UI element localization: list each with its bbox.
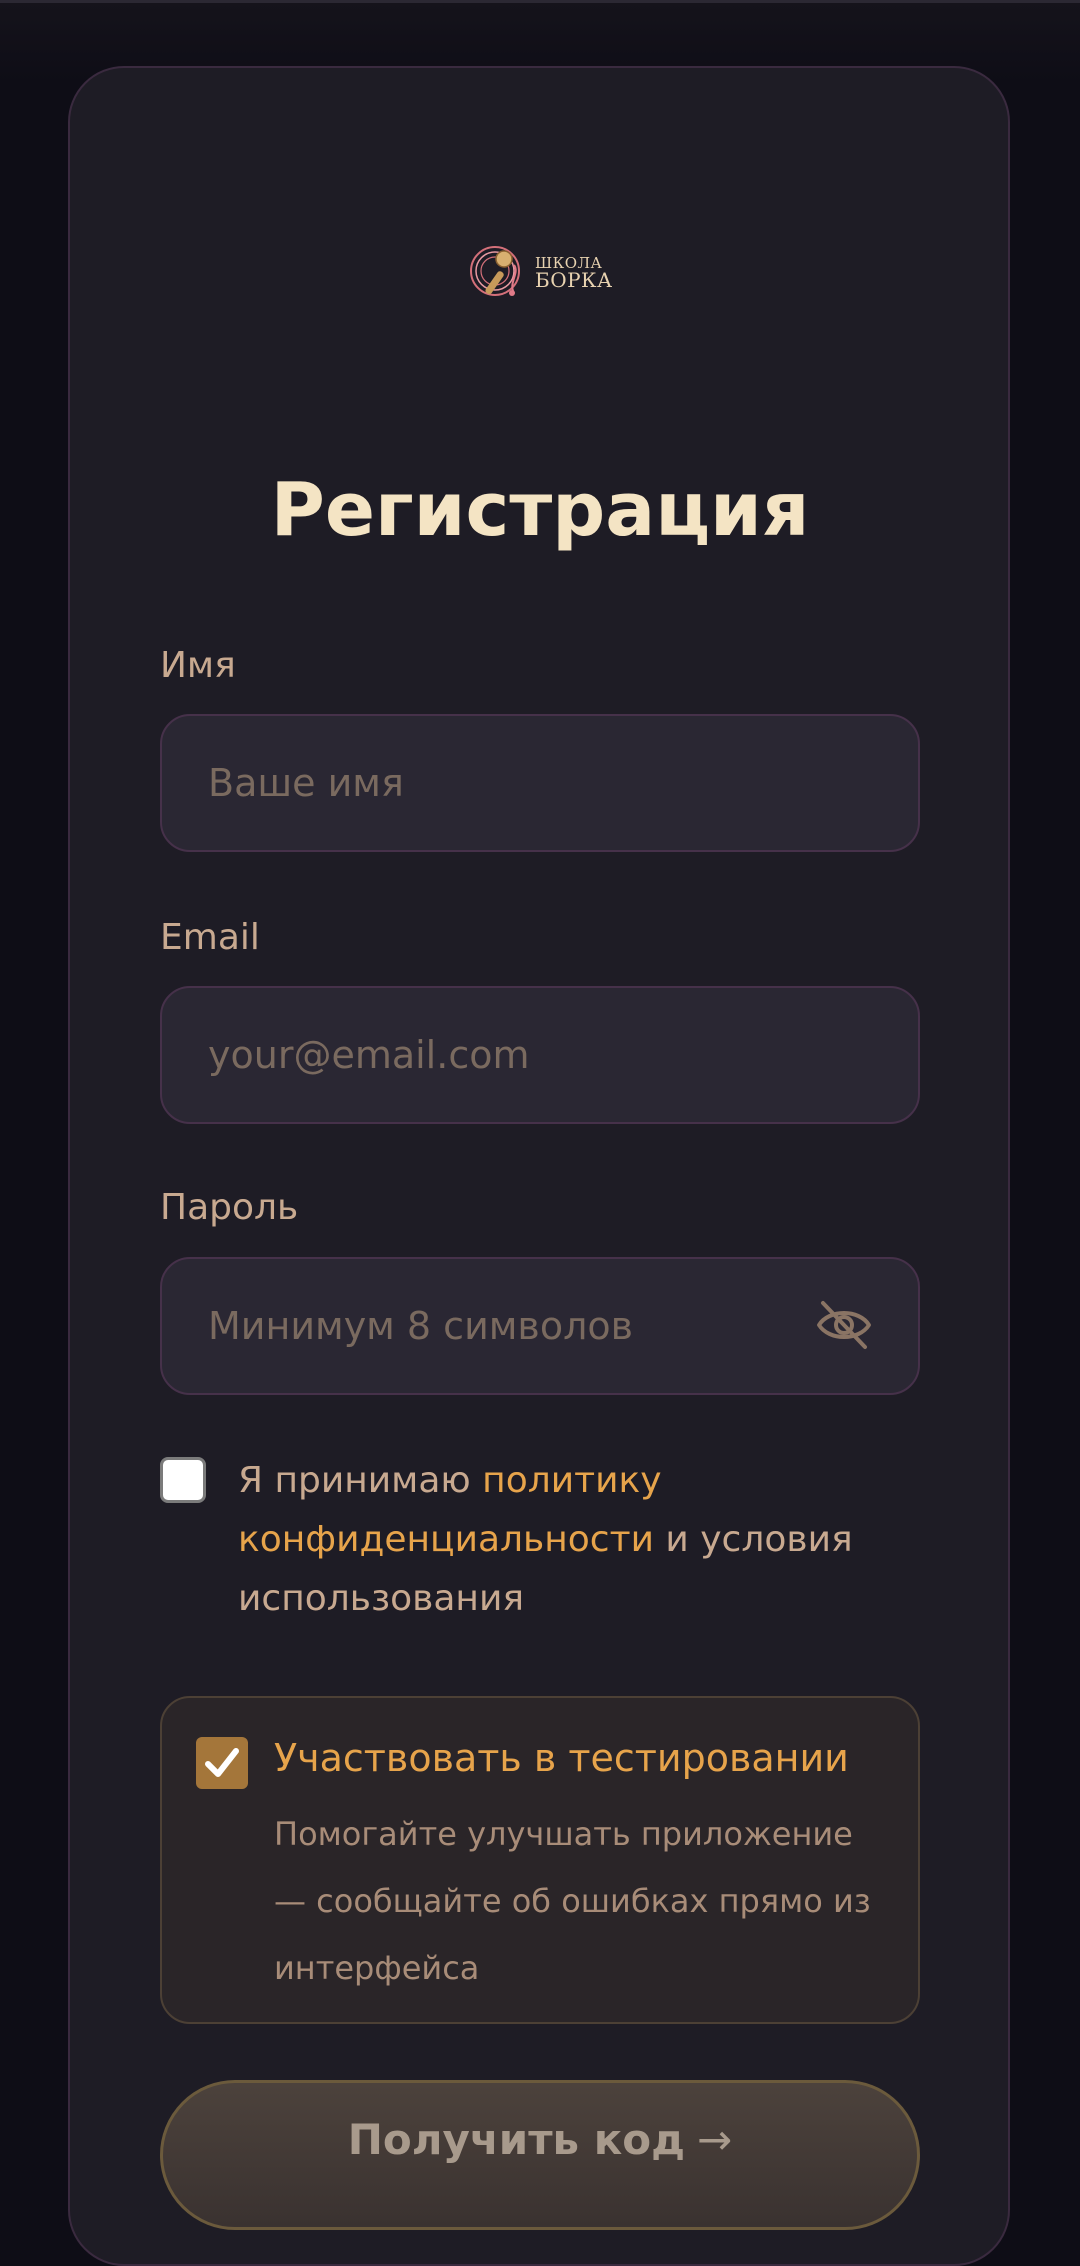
logo-wordmark: ШКОЛА БОРКА <box>535 255 613 292</box>
beta-checkbox[interactable] <box>196 1737 248 1789</box>
name-input[interactable] <box>160 714 920 852</box>
privacy-text: Я принимаю политику конфиденциальности и… <box>238 1451 888 1628</box>
beta-description: Помогайте улучшать приложение — сообщайт… <box>274 1815 871 1987</box>
logo-line2: БОРКА <box>535 268 613 292</box>
school-logo: ШКОЛА БОРКА <box>468 243 612 301</box>
microphone-logo-icon <box>470 246 520 296</box>
arrow-right-icon: → <box>697 2115 733 2164</box>
email-label: Email <box>160 917 260 958</box>
page-title: Регистрация <box>270 467 810 553</box>
beta-testing-option: Участвовать в тестировании Помогайте улу… <box>160 1696 920 2024</box>
name-label: Имя <box>160 645 236 686</box>
eye-off-icon[interactable] <box>813 1297 875 1353</box>
privacy-checkbox[interactable] <box>160 1457 206 1503</box>
get-code-label: Получить код <box>347 2115 685 2164</box>
password-input[interactable] <box>160 1257 920 1395</box>
email-input[interactable] <box>160 986 920 1124</box>
checkmark-icon <box>205 1748 239 1777</box>
password-label: Пароль <box>160 1187 299 1228</box>
beta-title: Участвовать в тестировании <box>274 1736 849 1780</box>
privacy-text-before: Я принимаю <box>238 1460 483 1501</box>
get-code-button[interactable]: Получить код → <box>160 2080 920 2230</box>
